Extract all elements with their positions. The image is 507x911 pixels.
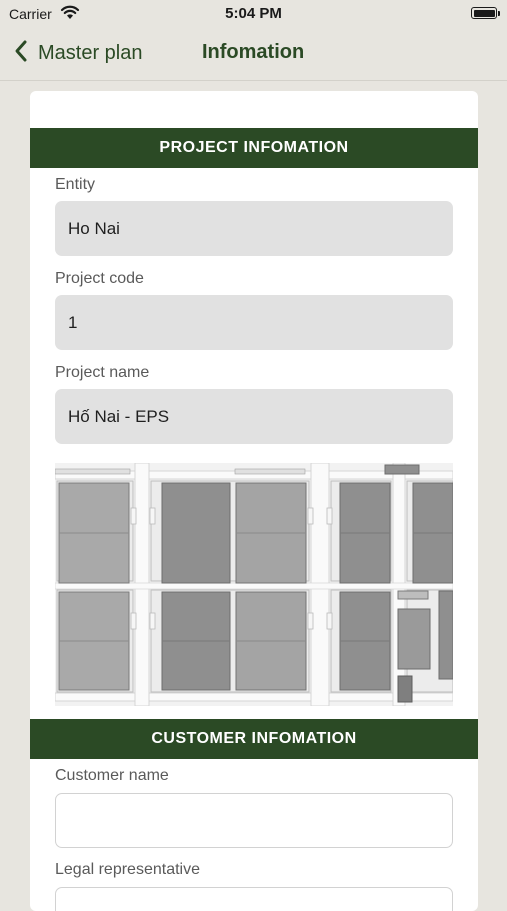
info-card: PROJECT INFOMATION Entity Ho Nai Project… <box>30 91 478 911</box>
navigation-bar: Master plan Infomation <box>0 28 507 81</box>
entity-label: Entity <box>55 176 96 193</box>
clock-label: 5:04 PM <box>225 5 282 22</box>
customer-name-input[interactable] <box>55 793 453 848</box>
project-code-label: Project code <box>55 270 144 287</box>
customer-section-header: CUSTOMER INFOMATION <box>30 719 478 759</box>
entity-field[interactable]: Ho Nai <box>55 201 453 256</box>
project-name-label: Project name <box>55 364 150 381</box>
master-plan-drawing <box>55 463 453 706</box>
chevron-left-icon <box>14 39 28 68</box>
battery-icon <box>471 7 497 19</box>
project-name-field[interactable]: Hố Nai - EPS <box>55 389 453 444</box>
master-plan-image[interactable] <box>55 463 453 706</box>
page-title: Infomation <box>202 41 305 63</box>
battery-cap <box>498 11 500 16</box>
back-button[interactable]: Master plan <box>14 38 143 68</box>
customer-name-label: Customer name <box>55 767 169 784</box>
back-button-label: Master plan <box>38 41 143 64</box>
legal-representative-label: Legal representative <box>55 861 200 878</box>
status-bar: Carrier 5:04 PM <box>0 0 507 28</box>
project-code-field[interactable]: 1 <box>55 295 453 350</box>
project-section-header: PROJECT INFOMATION <box>30 128 478 168</box>
legal-representative-input[interactable] <box>55 887 453 911</box>
